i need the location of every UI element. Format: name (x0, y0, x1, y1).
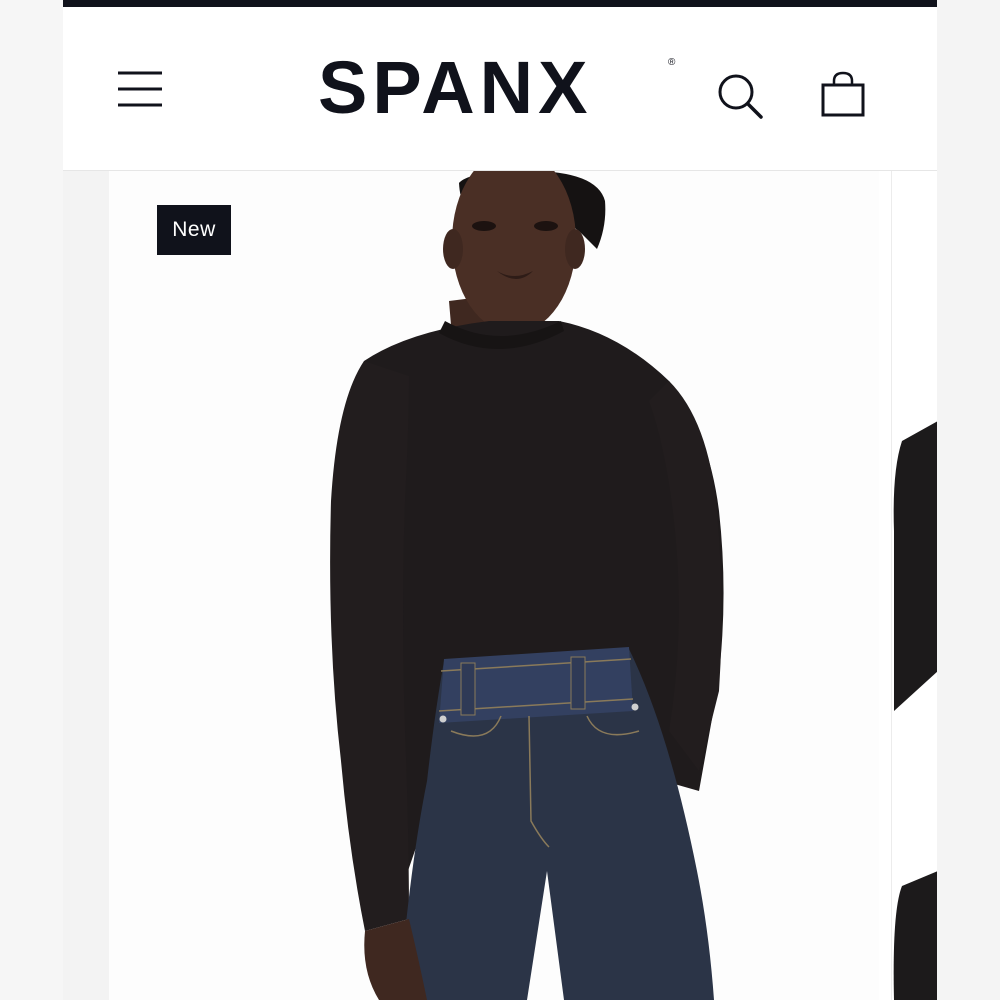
product-card[interactable]: New (109, 171, 879, 1000)
brand-logo[interactable]: SPANX (318, 51, 592, 125)
top-status-strip (63, 0, 937, 7)
new-badge: New (157, 205, 231, 255)
product-photo[interactable] (109, 171, 879, 1000)
next-product-photo (892, 171, 937, 1000)
registered-mark: ® (668, 57, 676, 68)
hamburger-menu-icon[interactable] (116, 69, 164, 109)
site-header: SPANX ® (63, 7, 937, 171)
outer-background (937, 0, 1000, 1000)
previous-card-edge (63, 171, 109, 1000)
mobile-viewport: SPANX ® New (63, 0, 937, 1000)
search-icon[interactable] (715, 71, 765, 121)
shopping-bag-icon[interactable] (820, 71, 866, 119)
next-product-card-peek[interactable] (891, 171, 937, 1000)
